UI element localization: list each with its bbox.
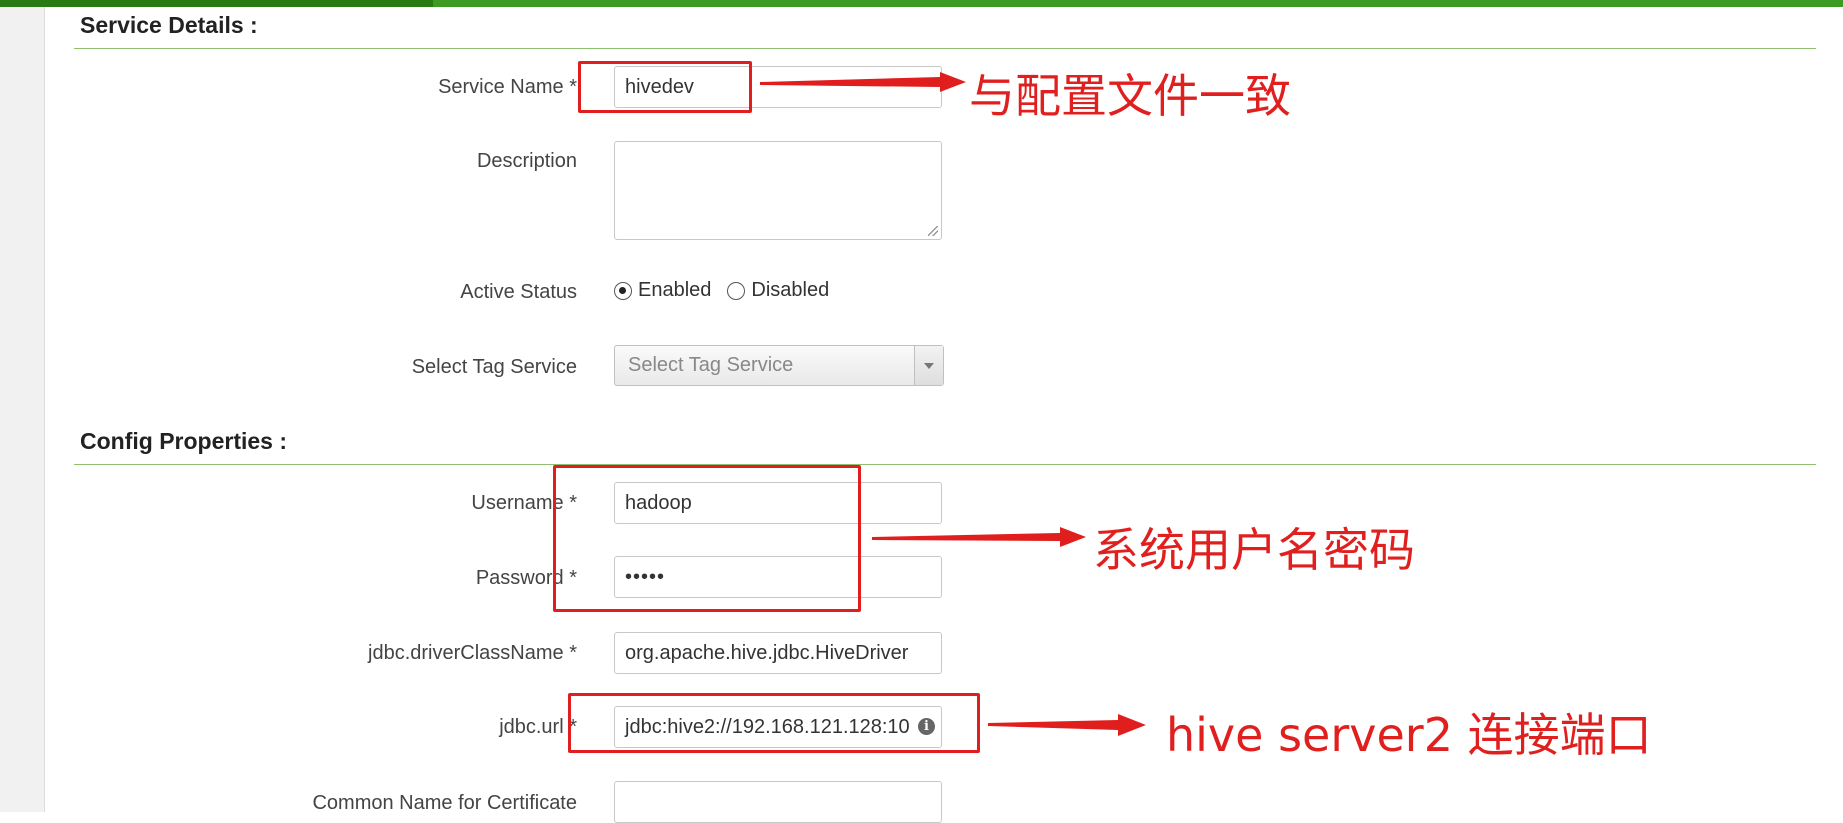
annotation-config-file: 与配置文件一致	[969, 69, 1291, 123]
arrow-config-file	[760, 72, 966, 92]
annotation-credentials: 系统用户名密码	[1093, 523, 1415, 577]
annotation-hive-port: hive server2 连接端口	[1166, 708, 1652, 762]
arrow-credentials	[872, 527, 1086, 547]
annotation-arrows	[760, 72, 1146, 736]
arrow-hive-port	[988, 714, 1146, 736]
